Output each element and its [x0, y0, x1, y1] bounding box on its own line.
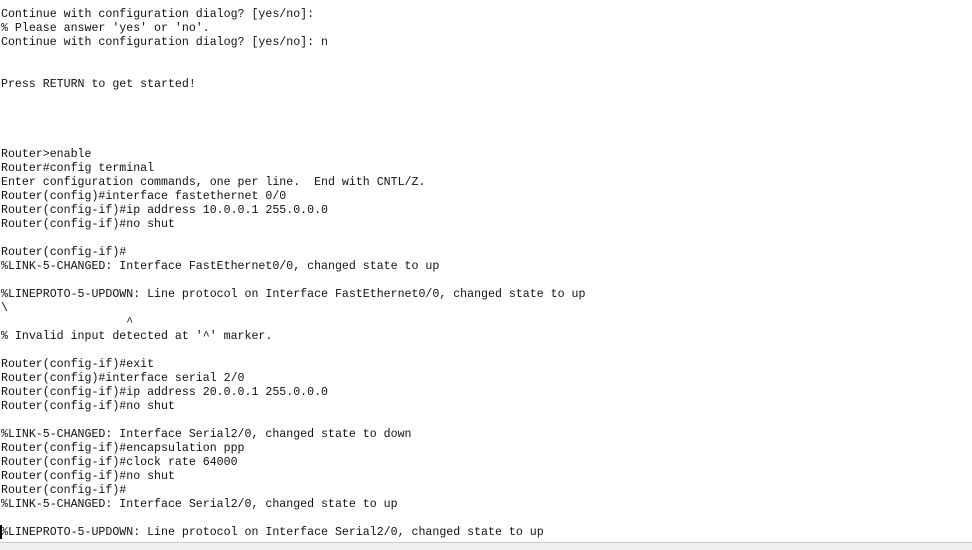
window-bottom-strip [0, 543, 972, 550]
terminal-line: Continue with configuration dialog? [yes… [1, 36, 328, 49]
terminal-line: % Invalid input detected at '^' marker. [1, 330, 273, 343]
terminal-line: % Please answer 'yes' or 'no'. [1, 22, 210, 35]
terminal-line: Press RETURN to get started! [1, 78, 196, 91]
terminal-line: Router(config-if)#exit [1, 358, 155, 371]
terminal-line: Router>enable [1, 148, 92, 161]
cli-terminal-output[interactable]: Continue with configuration dialog? [yes… [0, 8, 972, 542]
terminal-line: %LINEPROTO-5-UPDOWN: Line protocol on In… [1, 526, 544, 539]
terminal-line: Router(config-if)# [1, 484, 127, 497]
terminal-line: %LINK-5-CHANGED: Interface FastEthernet0… [1, 260, 440, 273]
terminal-line: Router(config-if)#no shut [1, 470, 175, 483]
text-cursor [0, 525, 2, 539]
terminal-line: Enter configuration commands, one per li… [1, 176, 426, 189]
terminal-line: Router(config-if)#ip address 20.0.0.1 25… [1, 386, 328, 399]
terminal-line: %LINEPROTO-5-UPDOWN: Line protocol on In… [1, 288, 586, 301]
terminal-line: Router(config-if)#encapsulation ppp [1, 442, 245, 455]
terminal-line: Continue with configuration dialog? [yes… [1, 8, 315, 21]
terminal-line: Router(config)#interface fastethernet 0/… [1, 190, 287, 203]
terminal-line: Router(config)#interface serial 2/0 [1, 372, 245, 385]
terminal-line: Router#config terminal [1, 162, 155, 175]
terminal-line: %LINK-5-CHANGED: Interface Serial2/0, ch… [1, 428, 412, 441]
terminal-line: ^ [1, 316, 134, 329]
terminal-line: Router(config-if)#no shut [1, 400, 175, 413]
terminal-line: Router(config-if)#no shut [1, 218, 175, 231]
terminal-line: Router(config-if)# [1, 246, 127, 259]
terminal-line: Router(config-if)#ip address 10.0.0.1 25… [1, 204, 328, 217]
terminal-line: \ [1, 302, 8, 315]
terminal-line: Router(config-if)#clock rate 64000 [1, 456, 238, 469]
terminal-line: %LINK-5-CHANGED: Interface Serial2/0, ch… [1, 498, 398, 511]
